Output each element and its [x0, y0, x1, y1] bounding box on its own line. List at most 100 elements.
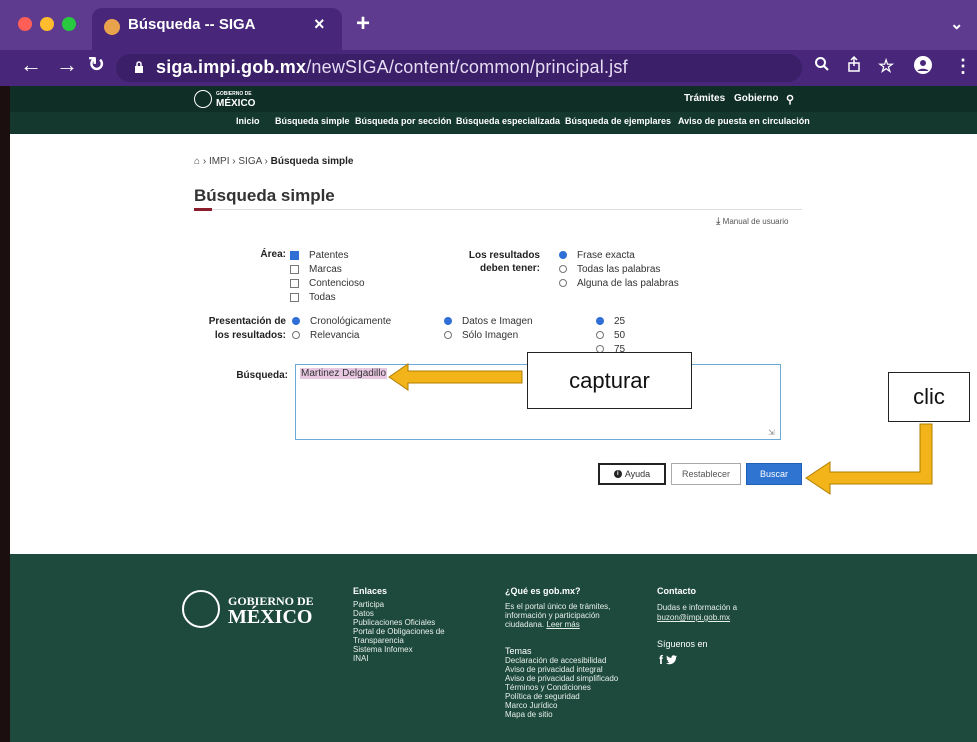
footer-topic-link[interactable]: Mapa de sitio	[505, 710, 618, 719]
footer-link[interactable]: Sistema Infomex	[353, 645, 445, 654]
facebook-icon[interactable]: f	[659, 653, 663, 667]
radio-selected[interactable]	[444, 317, 452, 326]
area-option-todas[interactable]: Todas	[290, 292, 336, 303]
footer-logo[interactable]: GOBIERNO DE MÉXICO	[182, 590, 314, 628]
footer-link[interactable]: Portal de Obligaciones de	[353, 627, 445, 636]
lock-icon[interactable]	[134, 60, 144, 76]
results-option-label: Frase exacta	[577, 250, 635, 261]
area-option-label: Todas	[309, 292, 336, 303]
results-option-todas[interactable]: Todas las palabras	[559, 264, 660, 275]
footer-about-line: ciudadana. Leer más	[505, 620, 580, 629]
nav-inicio[interactable]: Inicio	[236, 116, 260, 126]
profile-avatar-icon[interactable]	[914, 56, 932, 79]
footer-link[interactable]: INAI	[353, 654, 445, 663]
footer-topics-title: Temas	[505, 646, 532, 656]
footer-about-line: información y participación	[505, 611, 600, 620]
checkbox[interactable]	[290, 264, 299, 274]
nav-busqueda-de-ejemplares[interactable]: Búsqueda de ejemplares	[565, 116, 671, 126]
bookmark-star-icon[interactable]: ☆	[878, 56, 894, 77]
search-label: Búsqueda:	[236, 370, 288, 381]
nav-busqueda-simple[interactable]: Búsqueda simple	[275, 116, 350, 126]
gov-logo-bottom: MÉXICO	[216, 98, 256, 109]
share-icon[interactable]	[846, 55, 862, 77]
type-option-solo-imagen[interactable]: Sólo Imagen	[444, 330, 518, 341]
home-icon[interactable]: ⌂	[194, 156, 200, 167]
radio-selected[interactable]	[292, 317, 300, 326]
back-arrow-icon[interactable]: ←	[20, 52, 42, 78]
presentation-option-relevancia[interactable]: Relevancia	[292, 330, 359, 341]
url-text[interactable]: siga.impi.gob.mx/newSIGA/content/common/…	[156, 57, 628, 78]
footer-link[interactable]: Publicaciones Oficiales	[353, 618, 445, 627]
area-option-contencioso[interactable]: Contencioso	[290, 278, 365, 289]
footer-topic-link[interactable]: Declaración de accesibilidad	[505, 656, 618, 665]
radio[interactable]	[444, 331, 452, 340]
radio-selected[interactable]	[559, 251, 567, 260]
reload-icon[interactable]: ↻	[88, 52, 105, 77]
radio[interactable]	[596, 331, 604, 340]
checkbox[interactable]	[290, 292, 299, 302]
gov-header	[10, 86, 977, 112]
type-option-label: Sólo Imagen	[462, 330, 519, 341]
footer-link[interactable]: Transparencia	[353, 636, 445, 645]
presentation-option-cronologica[interactable]: Cronológicamente	[292, 316, 391, 327]
breadcrumb: ⌂ › IMPI › SIGA › Búsqueda simple	[194, 156, 354, 167]
nav-busqueda-por-seccion[interactable]: Búsqueda por sección	[355, 116, 452, 126]
browser-menu-icon[interactable]: ⋮	[954, 56, 972, 77]
zoom-icon[interactable]	[814, 56, 830, 77]
type-option-datos-imagen[interactable]: Datos e Imagen	[444, 316, 533, 327]
national-seal-icon	[194, 90, 212, 108]
maximize-window-button[interactable]	[62, 17, 76, 31]
radio[interactable]	[559, 279, 567, 288]
twitter-icon[interactable]	[666, 655, 678, 665]
checkbox[interactable]	[290, 278, 299, 288]
search-button[interactable]: Buscar	[746, 463, 802, 485]
area-label: Área:	[260, 249, 286, 260]
footer-topic-link[interactable]: Marco Jurídico	[505, 701, 618, 710]
title-divider	[194, 209, 802, 210]
gov-logo[interactable]: GOBIERNO DE MÉXICO	[194, 90, 256, 109]
download-icon: ⤓	[716, 216, 721, 227]
read-more-link[interactable]: Leer más	[546, 620, 579, 629]
radio[interactable]	[292, 331, 300, 340]
gov-search-icon[interactable]: ⚲	[786, 93, 794, 106]
tab-close-icon[interactable]: ×	[314, 14, 325, 35]
checkbox-checked[interactable]	[290, 250, 299, 260]
type-option-label: Datos e Imagen	[462, 316, 533, 327]
area-option-marcas[interactable]: Marcas	[290, 264, 342, 275]
help-button[interactable]: i Ayuda	[598, 463, 666, 485]
area-option-patentes[interactable]: Patentes	[290, 250, 348, 261]
footer-topic-link[interactable]: Aviso de privacidad simplificado	[505, 674, 618, 683]
radio[interactable]	[559, 265, 567, 274]
title-accent	[194, 208, 212, 211]
reset-button[interactable]: Restablecer	[671, 463, 741, 485]
gov-link-tramites[interactable]: Trámites	[684, 93, 725, 104]
count-option-25[interactable]: 25	[596, 316, 625, 327]
footer-topic-link[interactable]: Términos y Condiciones	[505, 683, 618, 692]
gov-link-gobierno[interactable]: Gobierno	[734, 93, 778, 104]
close-window-button[interactable]	[18, 17, 32, 31]
footer-contact-email[interactable]: buzon@impi.gob.mx	[657, 613, 730, 622]
results-option-label: Alguna de las palabras	[577, 278, 679, 289]
footer-link[interactable]: Datos	[353, 609, 445, 618]
radio-selected[interactable]	[596, 317, 604, 326]
breadcrumb-siga[interactable]: SIGA	[238, 156, 261, 167]
footer-contact-text: Dudas e información a	[657, 603, 738, 612]
footer-topic-link[interactable]: Aviso de privacidad integral	[505, 665, 618, 674]
resize-handle-icon[interactable]: ⇲	[768, 428, 775, 437]
breadcrumb-impi[interactable]: IMPI	[209, 156, 230, 167]
tab-list-chevron-icon[interactable]: ⌄	[950, 14, 963, 34]
window-edge	[0, 86, 10, 742]
footer-link[interactable]: Participa	[353, 600, 445, 609]
footer-topic-link[interactable]: Política de seguridad	[505, 692, 618, 701]
minimize-window-button[interactable]	[40, 17, 54, 31]
results-option-alguna[interactable]: Alguna de las palabras	[559, 278, 679, 289]
manual-link[interactable]: ⤓ Manual de usuario	[716, 216, 788, 227]
new-tab-button[interactable]: +	[356, 10, 370, 38]
count-option-50[interactable]: 50	[596, 330, 625, 341]
presentation-option-label: Relevancia	[310, 330, 360, 341]
nav-aviso-puesta-circulacion[interactable]: Aviso de puesta en circulación	[678, 116, 810, 126]
presentation-option-label: Cronológicamente	[310, 316, 392, 327]
nav-busqueda-especializada[interactable]: Búsqueda especializada	[456, 116, 560, 126]
forward-arrow-icon[interactable]: →	[56, 52, 78, 78]
results-option-frase-exacta[interactable]: Frase exacta	[559, 250, 635, 261]
